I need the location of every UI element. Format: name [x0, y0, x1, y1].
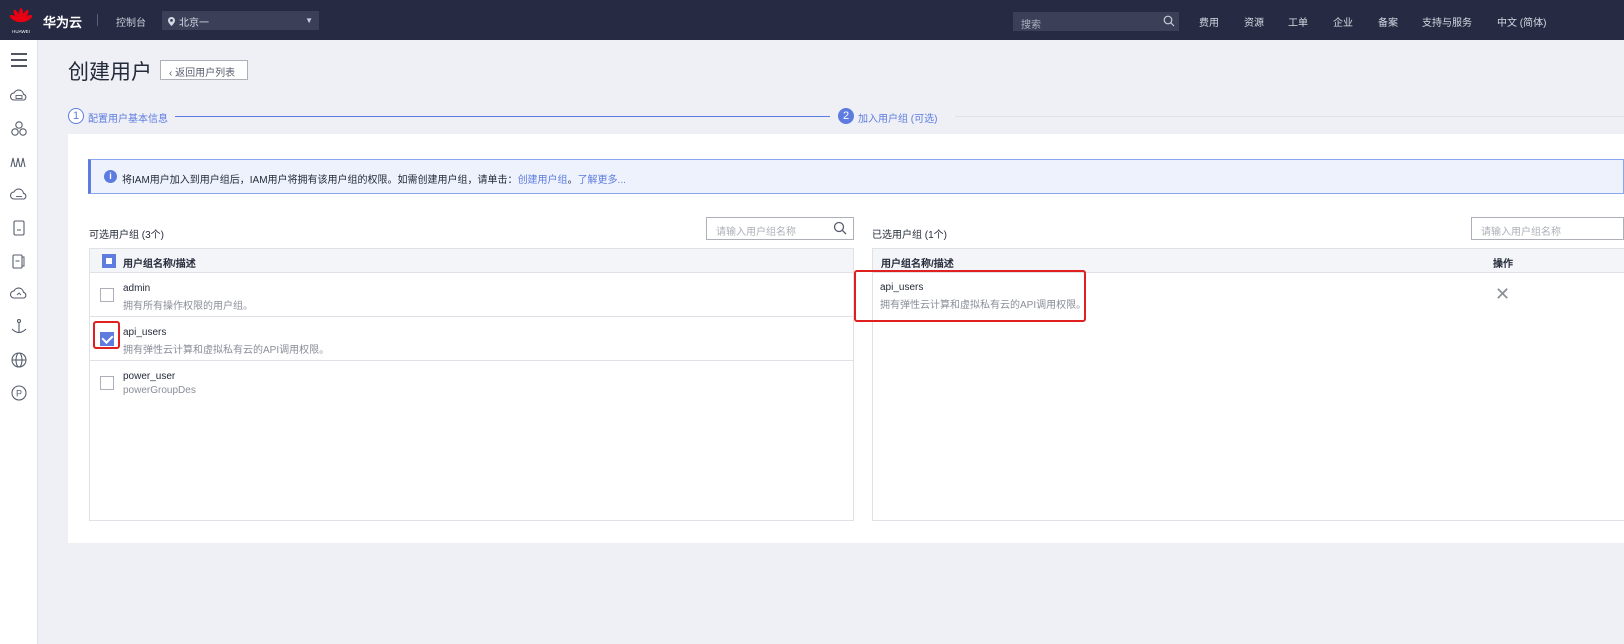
cloud-icon[interactable] [9, 284, 29, 304]
selected-groups-title: 已选用户组 (1个) [872, 230, 947, 241]
step-connector-line [175, 116, 830, 117]
cloud-server-icon[interactable] [9, 86, 29, 106]
search-icon[interactable] [833, 221, 847, 238]
group-description: powerGroupDes [123, 385, 196, 396]
available-groups-table: 用户组名称/描述 admin 拥有所有操作权限的用户组。 api_users 拥… [89, 248, 854, 521]
nav-resources[interactable]: 资源 [1244, 14, 1264, 29]
group-description: 拥有弹性云计算和虚拟私有云的API调用权限。 [123, 345, 330, 356]
nav-icp-filing[interactable]: 备案 [1378, 14, 1398, 29]
step-2-label: 加入用户组 (可选) [858, 114, 938, 125]
svg-text:P: P [16, 389, 22, 399]
global-search-input[interactable]: 搜索 [1013, 12, 1179, 31]
selected-search-placeholder: 请输入用户组名称 [1481, 227, 1561, 238]
waves-icon[interactable] [9, 152, 29, 172]
select-all-checkbox[interactable] [102, 254, 116, 268]
back-to-user-list-button[interactable]: ‹ 返回用户列表 [160, 60, 248, 80]
top-bar: HUAWEI 华为云 控制台 北京一 ▼ 搜索 费用 资源 工单 企业 备案 支… [0, 0, 1624, 40]
step-2-number: 2 [838, 108, 854, 124]
create-user-group-link[interactable]: 创建用户组 [518, 175, 568, 186]
divider [97, 14, 98, 26]
table-row[interactable]: api_users 拥有弹性云计算和虚拟私有云的API调用权限。 [90, 317, 853, 361]
caret-down-icon: ▼ [305, 16, 313, 25]
nav-tickets[interactable]: 工单 [1288, 14, 1308, 29]
selected-group-highlight [854, 270, 1086, 322]
info-alert: i 将IAM用户加入到用户组后，IAM用户将拥有该用户组的权限。如需创建用户组，… [88, 159, 1624, 194]
info-text: 将IAM用户加入到用户组后，IAM用户将拥有该用户组的权限。如需创建用户组，请单… [122, 171, 626, 186]
step-1-number: 1 [68, 108, 84, 124]
back-button-label: 返回用户列表 [175, 68, 236, 79]
available-groups-title: 可选用户组 (3个) [89, 230, 164, 241]
column-header-action: 操作 [1493, 259, 1513, 270]
region-select[interactable]: 北京一 ▼ [162, 11, 319, 30]
step-1-label[interactable]: 配置用户基本信息 [88, 110, 168, 125]
info-message: 将IAM用户加入到用户组后，IAM用户将拥有该用户组的权限。如需创建用户组，请单… [122, 175, 518, 186]
group-name: admin [123, 283, 151, 294]
checkbox-highlight [93, 321, 120, 349]
service-sidebar: P [0, 40, 38, 644]
page-title: 创建用户 [68, 61, 152, 84]
file-icon[interactable] [9, 218, 29, 238]
mobile-icon[interactable] [9, 251, 29, 271]
menu-icon[interactable] [9, 50, 29, 70]
cluster-icon[interactable] [9, 119, 29, 139]
table-row[interactable]: admin 拥有所有操作权限的用户组。 [90, 273, 853, 317]
console-link[interactable]: 控制台 [116, 14, 146, 29]
group-description: 拥有所有操作权限的用户组。 [123, 301, 253, 312]
column-header-name-desc: 用户组名称/描述 [881, 259, 954, 270]
learn-more-link[interactable]: 了解更多... [578, 175, 626, 186]
group-name: power_user [123, 371, 176, 382]
info-icon: i [104, 170, 117, 183]
search-icon[interactable] [1163, 15, 1175, 30]
logo-text: HUAWEI [12, 29, 30, 34]
brand-name[interactable]: 华为云 [43, 12, 82, 31]
nav-billing[interactable]: 费用 [1199, 14, 1219, 29]
nav-enterprise[interactable]: 企业 [1333, 14, 1353, 29]
group-name: api_users [123, 327, 167, 338]
selected-group-search-input[interactable]: 请输入用户组名称 [1471, 217, 1624, 240]
cloud-storage-icon[interactable] [9, 185, 29, 205]
nav-language[interactable]: 中文 (简体) [1497, 14, 1546, 29]
row-checkbox-admin[interactable] [100, 288, 114, 302]
globe-icon[interactable] [9, 350, 29, 370]
row-checkbox-power-user[interactable] [100, 376, 114, 390]
p-circle-icon[interactable]: P [9, 383, 29, 403]
column-header-name-desc: 用户组名称/描述 [123, 259, 196, 270]
available-search-placeholder: 请输入用户组名称 [716, 227, 796, 238]
location-pin-icon [168, 17, 175, 29]
nav-support[interactable]: 支持与服务 [1422, 14, 1472, 29]
remove-group-close-icon[interactable]: ✕ [1495, 285, 1510, 303]
huawei-logo-icon[interactable]: HUAWEI [8, 6, 34, 34]
step-trailing-line [955, 116, 1624, 117]
info-separator: 。 [567, 175, 578, 186]
table-row[interactable]: power_user powerGroupDes [90, 361, 853, 405]
anchor-icon[interactable] [9, 317, 29, 337]
region-value: 北京一 [179, 18, 209, 29]
available-group-search-input[interactable]: 请输入用户组名称 [706, 217, 854, 240]
table-header: 用户组名称/描述 [90, 249, 853, 273]
search-placeholder: 搜索 [1021, 20, 1041, 31]
